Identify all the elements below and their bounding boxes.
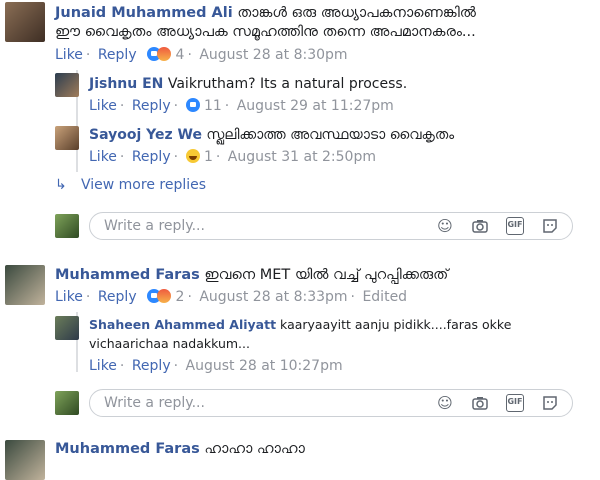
reply-actions: Like · Reply · August 28 at 10:27pm bbox=[89, 358, 343, 374]
edited-label[interactable]: Edited bbox=[362, 289, 407, 305]
view-more-replies-link[interactable]: View more replies bbox=[81, 177, 206, 193]
reaction-count[interactable]: 11 bbox=[204, 98, 222, 114]
sticker-icon[interactable] bbox=[541, 394, 559, 412]
reply-actions: Like · Reply · 11 · August 29 at 11:27pm bbox=[89, 98, 394, 114]
avatar[interactable] bbox=[55, 126, 79, 150]
comment-actions: Like · Reply 2 · August 28 at 8:33pm · Edit… bbox=[55, 289, 408, 305]
reply-input[interactable]: Write a reply... ☺ GIF bbox=[89, 389, 573, 417]
comment-body: ഇവനെ MET യിൽ വച്ച് പുറപ്പിക്കരുത് bbox=[204, 267, 449, 283]
smiley-icon[interactable]: ☺ bbox=[436, 394, 454, 412]
timestamp[interactable]: August 31 at 2:50pm bbox=[228, 149, 376, 165]
comment-author[interactable]: Muhammed Faras bbox=[55, 441, 200, 457]
comment-text: Muhammed Faras ഇവനെ MET യിൽ വച്ച് പുറപ്പ… bbox=[55, 266, 448, 284]
reply-actions: Like · Reply · 1 · August 31 at 2:50pm bbox=[89, 149, 376, 165]
like-button[interactable]: Like bbox=[55, 47, 83, 63]
angry-reaction-icon[interactable] bbox=[157, 47, 172, 61]
reaction-count[interactable]: 1 bbox=[204, 149, 213, 165]
comment-author[interactable]: Muhammed Faras bbox=[55, 267, 200, 283]
like-button[interactable]: Like bbox=[89, 98, 117, 114]
reply-author[interactable]: Sayooj Yez We bbox=[89, 127, 202, 143]
reply-text: Jishnu EN Vaikrutham? Its a natural proc… bbox=[89, 75, 407, 93]
reply-body: kaaryaayitt aanju pidikk....faras okke bbox=[280, 317, 512, 332]
gif-icon[interactable]: GIF bbox=[506, 394, 524, 412]
comment-body: താങ്കൾ ഒരു അധ്യാപകനാണെങ്കിൽ bbox=[237, 5, 476, 21]
reply-author[interactable]: Shaheen Ahammed Aliyatt bbox=[89, 317, 276, 332]
smiley-icon[interactable]: ☺ bbox=[436, 217, 454, 235]
avatar bbox=[55, 391, 79, 415]
avatar[interactable] bbox=[5, 440, 45, 480]
camera-icon[interactable] bbox=[471, 217, 489, 235]
reply-button[interactable]: Reply bbox=[132, 98, 171, 114]
sticker-icon[interactable] bbox=[541, 217, 559, 235]
reply-body: സ്ഖലിക്കാത്ത അവസ്ഥയാടാ വൈകൃതം bbox=[206, 127, 455, 143]
like-button[interactable]: Like bbox=[89, 149, 117, 165]
reply-author[interactable]: Jishnu EN bbox=[89, 76, 163, 92]
avatar[interactable] bbox=[55, 316, 79, 340]
reply-button[interactable]: Reply bbox=[98, 289, 137, 305]
comment-actions: Like · Reply 4 · August 28 at 8:30pm bbox=[55, 47, 348, 63]
timestamp[interactable]: August 29 at 11:27pm bbox=[237, 98, 394, 114]
avatar[interactable] bbox=[5, 265, 45, 305]
camera-icon[interactable] bbox=[471, 394, 489, 412]
reply-body: Vaikrutham? Its a natural process. bbox=[167, 76, 408, 92]
reply-text: Sayooj Yez We സ്ഖലിക്കാത്ത അവസ്ഥയാടാ വൈക… bbox=[89, 126, 454, 144]
reply-arrow-icon: ↳ bbox=[55, 177, 67, 193]
comment-text: Junaid Muhammed Ali താങ്കൾ ഒരു അധ്യാപകനാ… bbox=[55, 4, 476, 22]
comment-author[interactable]: Junaid Muhammed Ali bbox=[55, 5, 233, 21]
like-reaction-icon[interactable] bbox=[185, 98, 200, 112]
timestamp[interactable]: August 28 at 8:30pm bbox=[199, 47, 347, 63]
avatar bbox=[55, 214, 79, 238]
reply-text: Shaheen Ahammed Aliyatt kaaryaayitt aanj… bbox=[89, 316, 511, 334]
reply-placeholder: Write a reply... bbox=[104, 218, 205, 234]
like-button[interactable]: Like bbox=[55, 289, 83, 305]
haha-reaction-icon[interactable] bbox=[185, 149, 200, 163]
angry-reaction-icon[interactable] bbox=[157, 289, 172, 303]
timestamp[interactable]: August 28 at 10:27pm bbox=[186, 358, 343, 374]
avatar[interactable] bbox=[55, 73, 79, 97]
comment-body: ഹാഹാ ഹാഹാ bbox=[204, 441, 305, 457]
reply-body-line2: vichaarichaa nadakkum... bbox=[89, 336, 250, 351]
avatar[interactable] bbox=[5, 2, 45, 42]
reply-placeholder: Write a reply... bbox=[104, 395, 205, 411]
gif-icon[interactable]: GIF bbox=[506, 217, 524, 235]
reply-button[interactable]: Reply bbox=[132, 149, 171, 165]
reply-input[interactable]: Write a reply... ☺ GIF bbox=[89, 212, 573, 240]
comment-body-line2: ഈ വൈകൃതം അധ്യാപക സമൂഹത്തിനു തന്നെ അപമാനക… bbox=[55, 24, 476, 40]
timestamp[interactable]: August 28 at 8:33pm bbox=[199, 289, 347, 305]
like-button[interactable]: Like bbox=[89, 358, 117, 374]
reply-button[interactable]: Reply bbox=[132, 358, 171, 374]
reply-button[interactable]: Reply bbox=[98, 47, 137, 63]
comment-text: Muhammed Faras ഹാഹാ ഹാഹാ bbox=[55, 440, 305, 458]
